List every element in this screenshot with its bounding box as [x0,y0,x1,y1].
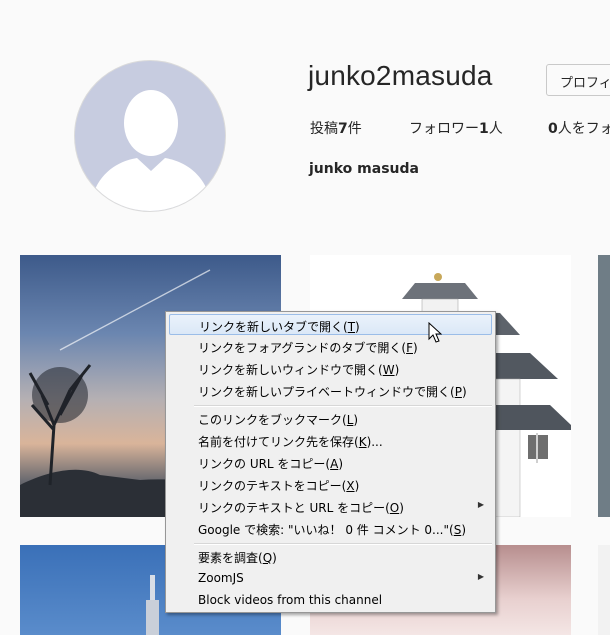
menu-block-videos[interactable]: Block videos from this channel [169,590,492,611]
context-menu: リンクを新しいタブで開く(T) リンクをフォアグランドのタブで開く(F) リンク… [165,311,496,613]
menu-inspect-element[interactable]: 要素を調査(Q) [169,546,492,567]
photo-tile[interactable] [598,545,610,635]
default-user-icon [89,90,213,211]
menu-open-new-tab[interactable]: リンクを新しいタブで開く(T) [169,314,492,335]
menu-open-new-window[interactable]: リンクを新しいウィンドウで開く(W) [169,358,492,379]
menu-google-search[interactable]: Google で検索: "いいね！ 0 件 コメント 0..."(S) [169,518,492,539]
posts-label: 投稿 [310,121,338,137]
followers-unit: 人 [488,121,503,137]
following-label: 人をフォ [557,121,610,137]
followers-count: 1 [479,121,489,137]
menu-open-foreground-tab[interactable]: リンクをフォアグランドのタブで開く(F) [169,336,492,357]
following-stat[interactable]: 0人をフォ [548,118,610,138]
following-count: 0 [548,121,558,137]
followers-stat[interactable]: フォロワー1人 [409,118,503,138]
menu-copy-link-url[interactable]: リンクの URL をコピー(A) [169,452,492,473]
mouse-cursor-icon [428,322,442,343]
submenu-arrow-icon: ▶ [477,572,484,581]
edit-profile-button[interactable]: プロフィ [546,64,610,96]
avatar[interactable] [74,60,226,212]
menu-separator [194,405,492,407]
posts-stat: 投稿7件 [310,118,362,138]
menu-separator [194,543,492,545]
photo-tile[interactable] [598,255,610,517]
menu-save-link-as[interactable]: 名前を付けてリンク先を保存(K)... [169,430,492,451]
menu-copy-link-text-and-url[interactable]: リンクのテキストと URL をコピー(O) ▶ [169,496,492,517]
full-name: junko masuda [309,161,419,177]
menu-copy-link-text[interactable]: リンクのテキストをコピー(X) [169,474,492,495]
submenu-arrow-icon: ▶ [477,500,484,509]
followers-label: フォロワー [409,121,479,137]
username: junko2masuda [308,60,493,91]
menu-zoomjs[interactable]: ZoomJS ▶ [169,568,492,589]
posts-unit: 件 [347,121,362,137]
posts-count: 7 [338,121,348,137]
menu-open-private-window[interactable]: リンクを新しいプライベートウィンドウで開く(P) [169,380,492,401]
menu-bookmark-link[interactable]: このリンクをブックマーク(L) [169,408,492,429]
